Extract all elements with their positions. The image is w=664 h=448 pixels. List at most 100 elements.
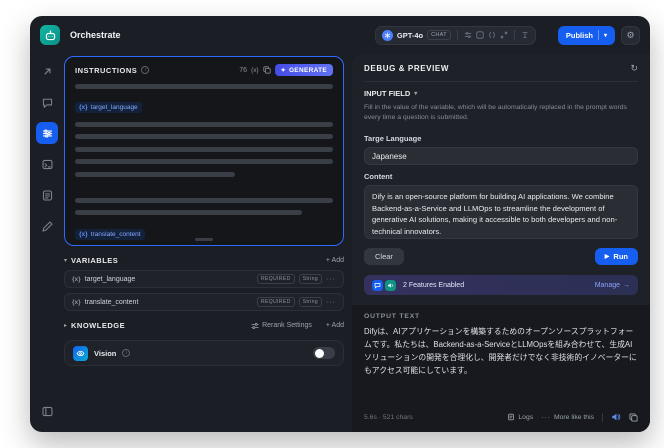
variable-row-target-language[interactable]: {x} target_language REQUIRED String ··· <box>64 270 344 288</box>
variable-icon: {x} <box>79 104 88 111</box>
variable-icon: {x} <box>79 230 88 238</box>
variable-icon: {x} <box>72 275 81 283</box>
settings-button[interactable]: ⚙ <box>621 25 640 45</box>
knowledge-title: KNOWLEDGE <box>71 321 126 330</box>
vision-label: Vision <box>94 348 117 358</box>
model-mode-badge: CHAT <box>427 30 451 40</box>
prompt-skeleton-line <box>75 171 235 177</box>
input-field-title: INPUT FIELD <box>364 89 411 98</box>
variable-row-translate-content[interactable]: {x} translate_content REQUIRED String ··… <box>64 293 344 311</box>
prompt-skeleton-line <box>75 83 333 89</box>
vision-toggle[interactable] <box>313 347 335 359</box>
prompt-skeleton-line <box>75 159 333 164</box>
chevron-down-icon[interactable]: ▾ <box>64 257 67 264</box>
rerank-settings-button[interactable]: Rerank Settings <box>251 322 312 330</box>
prompt-skeleton-line <box>75 146 333 152</box>
refresh-icon[interactable]: ↻ <box>630 63 638 74</box>
sliders-icon[interactable] <box>464 31 472 39</box>
field-label-target-language: Targe Language <box>364 134 422 144</box>
output-text: Difyは、AIアプリケーションを構築するためのオープンソースプラットフォームで… <box>364 327 637 375</box>
knowledge-section: ▸ KNOWLEDGE Rerank Settings + Add <box>64 321 344 330</box>
type-badge: String <box>298 274 322 284</box>
gear-icon: ⚙ <box>626 29 635 40</box>
left-nav-rail <box>30 54 64 432</box>
variable-chip-translate-content[interactable]: {x} translate_content <box>75 228 145 240</box>
logs-button[interactable]: Logs <box>507 413 533 421</box>
speaker-icon[interactable] <box>611 412 621 422</box>
dice-icon[interactable] <box>476 31 484 39</box>
content-textarea[interactable]: Dify is an open-source platform for buil… <box>364 185 638 240</box>
dots-icon: ··· <box>541 413 551 421</box>
prompt-skeleton-line <box>75 197 333 203</box>
expand-icon[interactable] <box>500 31 508 39</box>
app-window: Orchestrate GPT-4o CHAT Publish ▾ ⚙ INST… <box>30 16 650 432</box>
manage-features-button[interactable]: Manage → <box>595 282 630 289</box>
variable-icon: {x} <box>72 298 81 306</box>
resize-handle[interactable] <box>195 238 213 241</box>
nav-api-icon[interactable] <box>36 153 58 175</box>
vision-row: Vision i <box>64 340 344 366</box>
feature-speech-icon <box>385 279 396 291</box>
prompt-skeleton-line <box>75 121 333 127</box>
arrow-right-icon: → <box>623 281 630 289</box>
model-selector[interactable]: GPT-4o CHAT <box>374 25 536 45</box>
brackets-icon[interactable] <box>488 31 496 39</box>
required-badge: REQUIRED <box>256 297 295 307</box>
sparkle-icon: ✦ <box>280 67 286 74</box>
chevron-down-icon[interactable]: ▾ <box>414 90 417 97</box>
required-badge: REQUIRED <box>256 274 295 284</box>
debug-preview-panel: DEBUG & PREVIEW ↻ INPUT FIELD ▾ Fill in … <box>352 54 650 432</box>
model-provider-icon <box>381 29 393 41</box>
token-count: 76 <box>239 66 248 74</box>
debug-preview-title: DEBUG & PREVIEW <box>364 64 450 73</box>
nav-logs-icon[interactable] <box>36 184 58 206</box>
page-title: Orchestrate <box>70 30 121 40</box>
clear-button[interactable]: Clear <box>364 248 404 266</box>
output-meta: 5.6s · 521 chars <box>364 413 413 421</box>
variables-title: VARIABLES <box>71 256 119 265</box>
instructions-title: INSTRUCTIONS <box>75 65 138 75</box>
publish-button[interactable]: Publish ▾ <box>557 25 615 45</box>
prompt-skeleton-line <box>75 210 303 215</box>
copy-icon[interactable] <box>263 66 271 74</box>
type-badge: String <box>298 297 322 307</box>
prompt-skeleton-line <box>75 134 333 139</box>
info-icon: i <box>122 349 131 357</box>
insert-variable-icon[interactable]: {x} <box>251 67 259 74</box>
features-enabled-label: 2 Features Enabled <box>403 281 465 289</box>
orchestrate-panel: INSTRUCTIONS i 76 {x} ✦ GENERATE {x} tar <box>64 54 352 432</box>
vision-icon <box>73 345 88 361</box>
top-bar: Orchestrate GPT-4o CHAT Publish ▾ ⚙ <box>30 16 650 54</box>
target-language-input[interactable] <box>364 147 638 166</box>
run-button[interactable]: ▶ Run <box>594 248 638 266</box>
field-label-content: Content <box>364 172 393 182</box>
row-menu-icon[interactable]: ··· <box>326 299 336 306</box>
nav-orchestrate-icon[interactable] <box>36 122 58 144</box>
model-name: GPT-4o <box>396 30 424 40</box>
generate-button[interactable]: ✦ GENERATE <box>274 64 333 76</box>
output-title: OUTPUT TEXT <box>364 313 420 321</box>
output-section: OUTPUT TEXT Difyは、AIアプリケーションを構築するためのオープン… <box>352 305 650 432</box>
nav-overview-icon[interactable] <box>36 60 58 82</box>
row-menu-icon[interactable]: ··· <box>326 276 336 283</box>
add-knowledge-button[interactable]: + Add <box>326 322 344 329</box>
more-like-this-button[interactable]: ··· More like this <box>541 414 594 421</box>
app-avatar-robot-icon[interactable] <box>40 25 60 45</box>
input-field-description: Fill in the value of the variable, which… <box>364 104 627 122</box>
feature-opener-icon <box>372 279 383 291</box>
nav-annotations-icon[interactable] <box>36 215 58 237</box>
nav-chat-icon[interactable] <box>36 91 58 113</box>
info-icon: i <box>141 66 150 74</box>
chevron-down-icon: ▾ <box>603 32 607 39</box>
variable-chip-target-language[interactable]: {x} target_language <box>75 102 142 113</box>
sidebar-collapse-icon[interactable] <box>36 400 58 422</box>
balance-icon[interactable] <box>521 31 529 39</box>
add-variable-button[interactable]: + Add <box>326 257 344 264</box>
publish-label: Publish <box>565 30 593 40</box>
variables-section: ▾ VARIABLES + Add {x} target_language RE… <box>64 256 344 311</box>
features-bar: 2 Features Enabled Manage → <box>364 275 638 296</box>
play-icon: ▶ <box>604 254 610 261</box>
copy-output-icon[interactable] <box>629 412 638 422</box>
chevron-right-icon[interactable]: ▸ <box>64 322 67 329</box>
instructions-editor[interactable]: INSTRUCTIONS i 76 {x} ✦ GENERATE {x} tar <box>64 56 344 246</box>
